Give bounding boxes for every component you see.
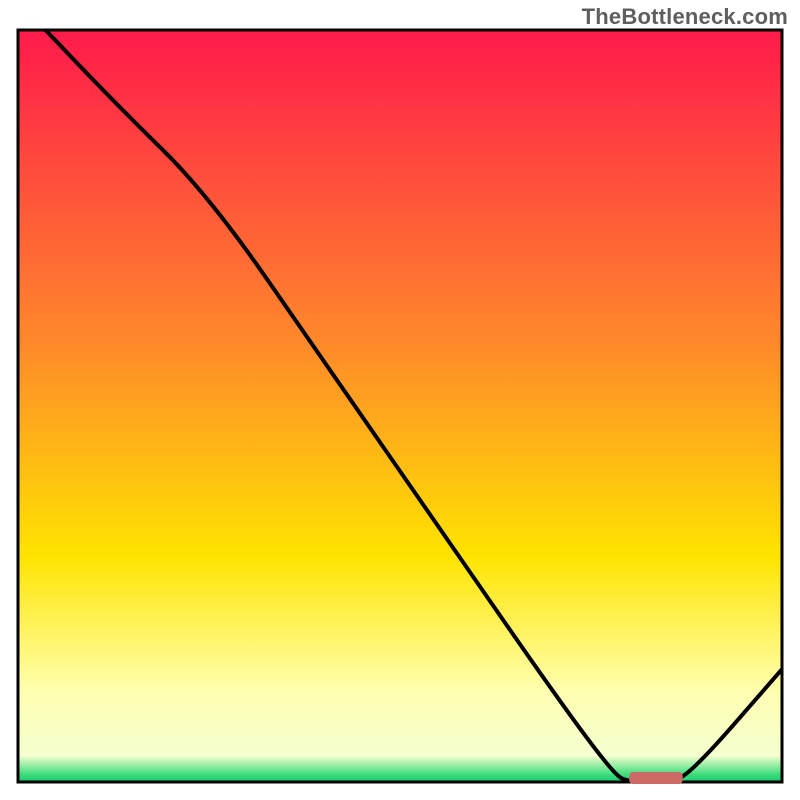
chart-svg <box>0 0 800 800</box>
optimal-range-marker <box>629 772 682 784</box>
chart-canvas: TheBottleneck.com <box>0 0 800 800</box>
chart-background <box>18 30 782 782</box>
